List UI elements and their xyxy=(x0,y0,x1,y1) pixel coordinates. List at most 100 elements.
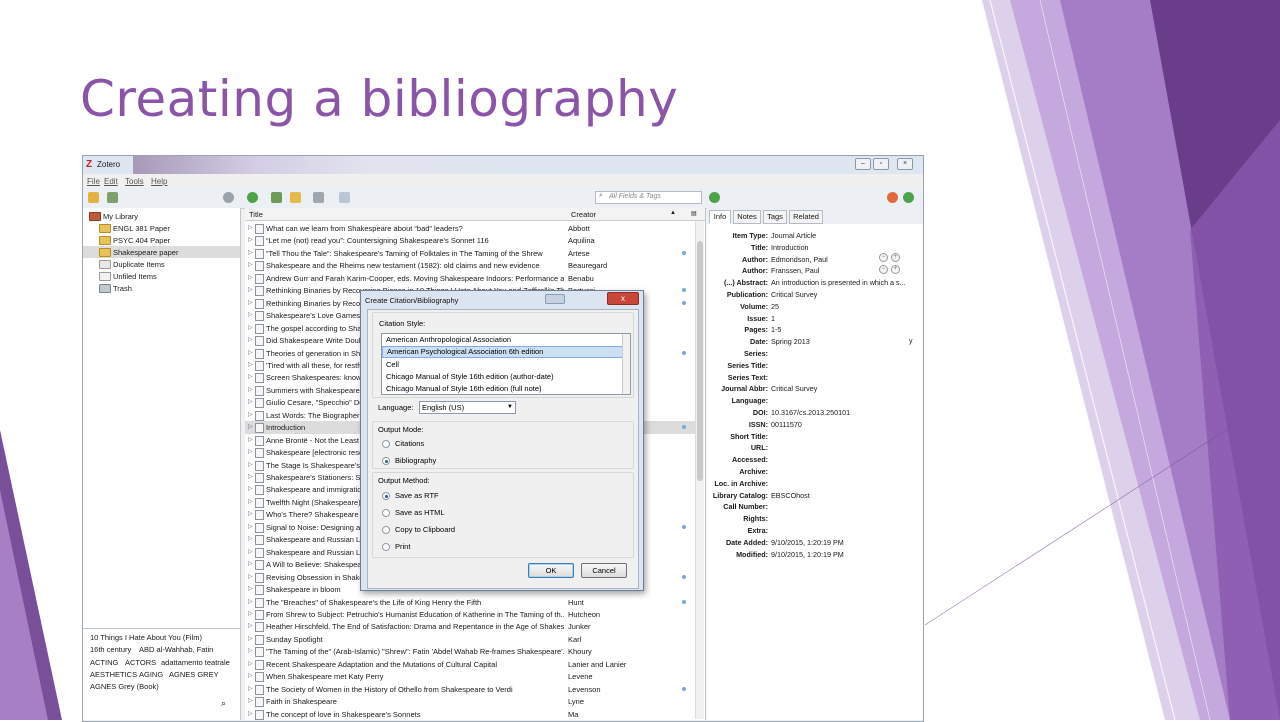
expand-arrow-icon[interactable]: ▷ xyxy=(248,373,253,380)
tag-item[interactable]: AGNES Grey (Book) xyxy=(90,682,159,691)
field-value[interactable]: EBSCOhost xyxy=(771,491,911,500)
style-option[interactable]: Chicago Manual of Style 16th edition (au… xyxy=(382,371,624,383)
table-row[interactable]: ▷ "The Taming of the" (Arab-Islamic) "Shr… xyxy=(245,645,695,658)
field-value[interactable]: 10.3167/cs.2013.250101 xyxy=(771,408,911,417)
radio-save-html[interactable] xyxy=(382,509,390,517)
expand-arrow-icon[interactable]: ▷ xyxy=(248,336,253,343)
expand-arrow-icon[interactable]: ▷ xyxy=(248,311,253,318)
field-value[interactable]: 00111570 xyxy=(771,420,911,429)
expand-arrow-icon[interactable]: ▷ xyxy=(248,660,253,667)
expand-arrow-icon[interactable]: ▷ xyxy=(248,635,253,642)
tree-my-library[interactable]: My Library xyxy=(83,210,240,222)
expand-arrow-icon[interactable]: ▷ xyxy=(248,249,253,256)
minimize-button[interactable]: – xyxy=(855,158,871,170)
expand-arrow-icon[interactable]: ▷ xyxy=(248,461,253,468)
radio-bibliography[interactable] xyxy=(382,457,390,465)
field-value[interactable]: 25 xyxy=(771,302,911,311)
tab-info[interactable]: Info xyxy=(709,210,731,224)
expand-arrow-icon[interactable]: ▷ xyxy=(248,510,253,517)
tag-item[interactable]: AGING xyxy=(139,670,163,679)
tag-item[interactable]: ABD al-Wahhab, Fatin xyxy=(139,645,213,654)
expand-arrow-icon[interactable]: ▷ xyxy=(248,672,253,679)
style-list-scrollbar[interactable] xyxy=(622,334,630,394)
field-value[interactable]: 1-5 xyxy=(771,325,911,334)
field-value[interactable]: Franssen, Paul xyxy=(771,266,911,275)
style-option-selected[interactable]: American Psychological Association 6th e… xyxy=(382,346,626,358)
style-option[interactable]: Chicago Manual of Style 16th edition (fu… xyxy=(382,383,624,394)
style-option[interactable]: Cell xyxy=(382,359,624,371)
column-title[interactable]: Title xyxy=(249,210,263,219)
expand-arrow-icon[interactable]: ▷ xyxy=(248,585,253,592)
expand-arrow-icon[interactable]: ▷ xyxy=(248,710,253,717)
expand-arrow-icon[interactable]: ▷ xyxy=(248,485,253,492)
sync-icon[interactable] xyxy=(903,192,914,203)
table-row[interactable]: ▷ The concept of love in Shakespeare's So… xyxy=(245,708,695,720)
locate-icon[interactable] xyxy=(709,192,720,203)
expand-arrow-icon[interactable]: ▷ xyxy=(248,299,253,306)
expand-arrow-icon[interactable]: ▷ xyxy=(248,697,253,704)
table-row[interactable]: ▷ Sunday Spotlight Karl xyxy=(245,633,695,645)
field-value[interactable]: Spring 2013 xyxy=(771,337,911,346)
table-row[interactable]: ▷ The "Breaches" of Shakespeare's the Lif… xyxy=(245,596,695,608)
attachment-icon[interactable] xyxy=(313,192,324,203)
field-value[interactable]: Journal Article xyxy=(771,231,911,240)
table-row[interactable]: ▷ Faith in Shakespeare Lyne xyxy=(245,695,695,708)
advanced-search-icon[interactable] xyxy=(339,192,350,203)
add-by-identifier-icon[interactable] xyxy=(271,192,282,203)
new-collection-icon[interactable] xyxy=(88,192,99,203)
field-value[interactable]: 1 xyxy=(771,314,911,323)
new-item-icon[interactable] xyxy=(247,192,258,203)
tag-item[interactable]: AESTHETICS xyxy=(90,670,137,679)
expand-arrow-icon[interactable]: ▷ xyxy=(248,224,253,231)
tab-notes[interactable]: Notes xyxy=(733,210,761,224)
field-value[interactable]: 9/10/2015, 1:20:19 PM xyxy=(771,550,911,559)
expand-arrow-icon[interactable]: ▷ xyxy=(248,685,253,692)
expand-arrow-icon[interactable]: ▷ xyxy=(248,324,253,331)
search-input[interactable]: ⌕ All Fields & Tags xyxy=(595,191,702,204)
tag-filter-search-icon[interactable]: ⌕ xyxy=(221,698,226,709)
table-row[interactable]: ▷ The Society of Women in the History of … xyxy=(245,683,695,695)
table-row[interactable]: ▷ Andrew Gurr and Farah Karim-Cooper, eds… xyxy=(245,272,695,284)
tree-duplicate-items[interactable]: Duplicate Items xyxy=(83,258,240,270)
column-picker-icon[interactable]: ▤ xyxy=(691,210,697,217)
dialog-minimize-button[interactable] xyxy=(545,294,565,304)
expand-arrow-icon[interactable]: ▷ xyxy=(248,622,253,629)
cancel-button[interactable]: Cancel xyxy=(581,563,627,578)
tag-item[interactable]: 16th century xyxy=(90,645,131,654)
table-row[interactable]: ▷ When Shakespeare met Katy Perry Levene xyxy=(245,670,695,683)
tree-trash[interactable]: Trash xyxy=(83,282,240,294)
field-value[interactable]: 9/10/2015, 1:20:19 PM xyxy=(771,538,911,547)
expand-arrow-icon[interactable]: ▷ xyxy=(248,560,253,567)
menu-edit[interactable]: Edit xyxy=(104,177,118,186)
table-row[interactable]: ▷ What can we learn from Shakespeare abou… xyxy=(245,222,695,234)
field-value[interactable]: Critical Survey xyxy=(771,384,911,393)
expand-arrow-icon[interactable]: ▷ xyxy=(248,423,253,430)
table-row[interactable]: ▷ From Shrew to Subject: Petruchio's Huma… xyxy=(245,608,695,620)
remove-author-icon[interactable]: − xyxy=(879,253,888,262)
error-report-icon[interactable] xyxy=(887,192,898,203)
expand-arrow-icon[interactable]: ▷ xyxy=(248,598,253,605)
new-note-icon[interactable] xyxy=(290,192,301,203)
tag-item[interactable]: ACTING xyxy=(90,658,118,667)
expand-arrow-icon[interactable]: ▷ xyxy=(248,398,253,405)
expand-arrow-icon[interactable]: ▷ xyxy=(248,548,253,555)
radio-copy-clipboard[interactable] xyxy=(382,526,390,534)
expand-arrow-icon[interactable]: ▷ xyxy=(248,535,253,542)
field-value[interactable]: Introduction xyxy=(771,243,911,252)
radio-print[interactable] xyxy=(382,543,390,551)
tag-item[interactable]: AGNES GREY xyxy=(169,670,219,679)
expand-arrow-icon[interactable]: ▷ xyxy=(248,349,253,356)
tree-engl-381[interactable]: ENGL 381 Paper xyxy=(83,222,240,234)
tag-item[interactable]: 10 Things I Hate About You (Film) xyxy=(90,633,202,642)
expand-arrow-icon[interactable]: ▷ xyxy=(248,498,253,505)
add-author-icon[interactable]: + xyxy=(891,265,900,274)
radio-citations[interactable] xyxy=(382,440,390,448)
expand-arrow-icon[interactable]: ▷ xyxy=(248,361,253,368)
expand-arrow-icon[interactable]: ▷ xyxy=(248,261,253,268)
new-group-icon[interactable] xyxy=(107,192,118,203)
table-row[interactable]: ▷ Recent Shakespeare Adaptation and the M… xyxy=(245,658,695,670)
expand-arrow-icon[interactable]: ▷ xyxy=(248,386,253,393)
tab-tags[interactable]: Tags xyxy=(763,210,787,224)
tree-psyc-404[interactable]: PSYC 404 Paper xyxy=(83,234,240,246)
ok-button[interactable]: OK xyxy=(528,563,574,578)
